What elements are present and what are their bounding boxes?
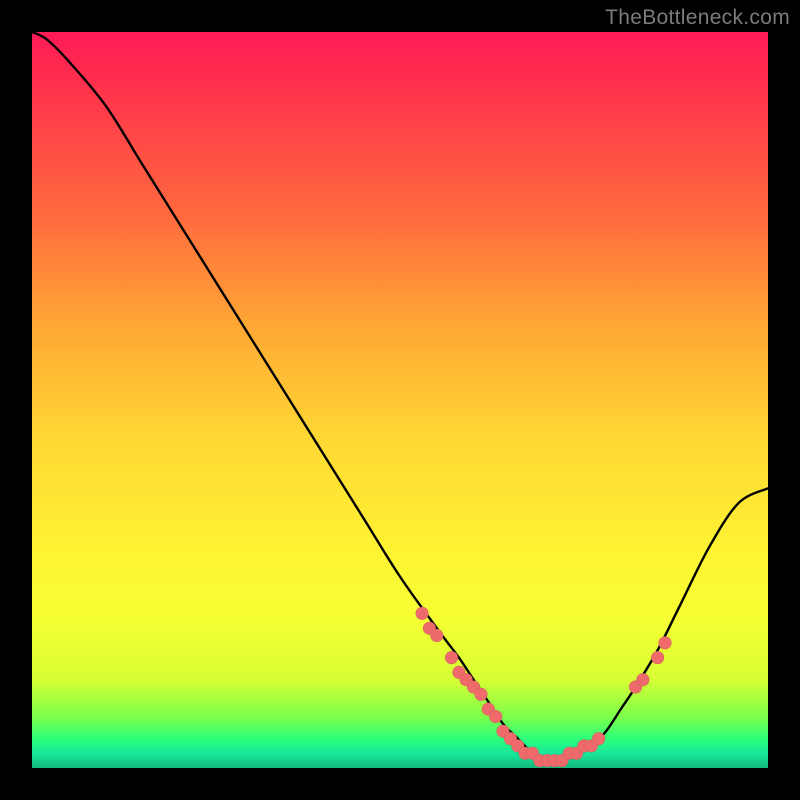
marker-dots-group [416,607,672,767]
marker-dot [475,688,488,701]
marker-dot [416,607,429,620]
marker-dot [592,732,605,745]
plot-area [32,32,768,768]
marker-dot [636,673,649,686]
marker-dot [445,651,458,664]
marker-dot [651,651,664,664]
marker-dot [430,629,443,642]
marker-dot [659,636,672,649]
watermark-text: TheBottleneck.com [605,6,790,30]
chart-svg [32,32,768,768]
chart-stage: TheBottleneck.com [0,0,800,800]
marker-dot [489,710,502,723]
